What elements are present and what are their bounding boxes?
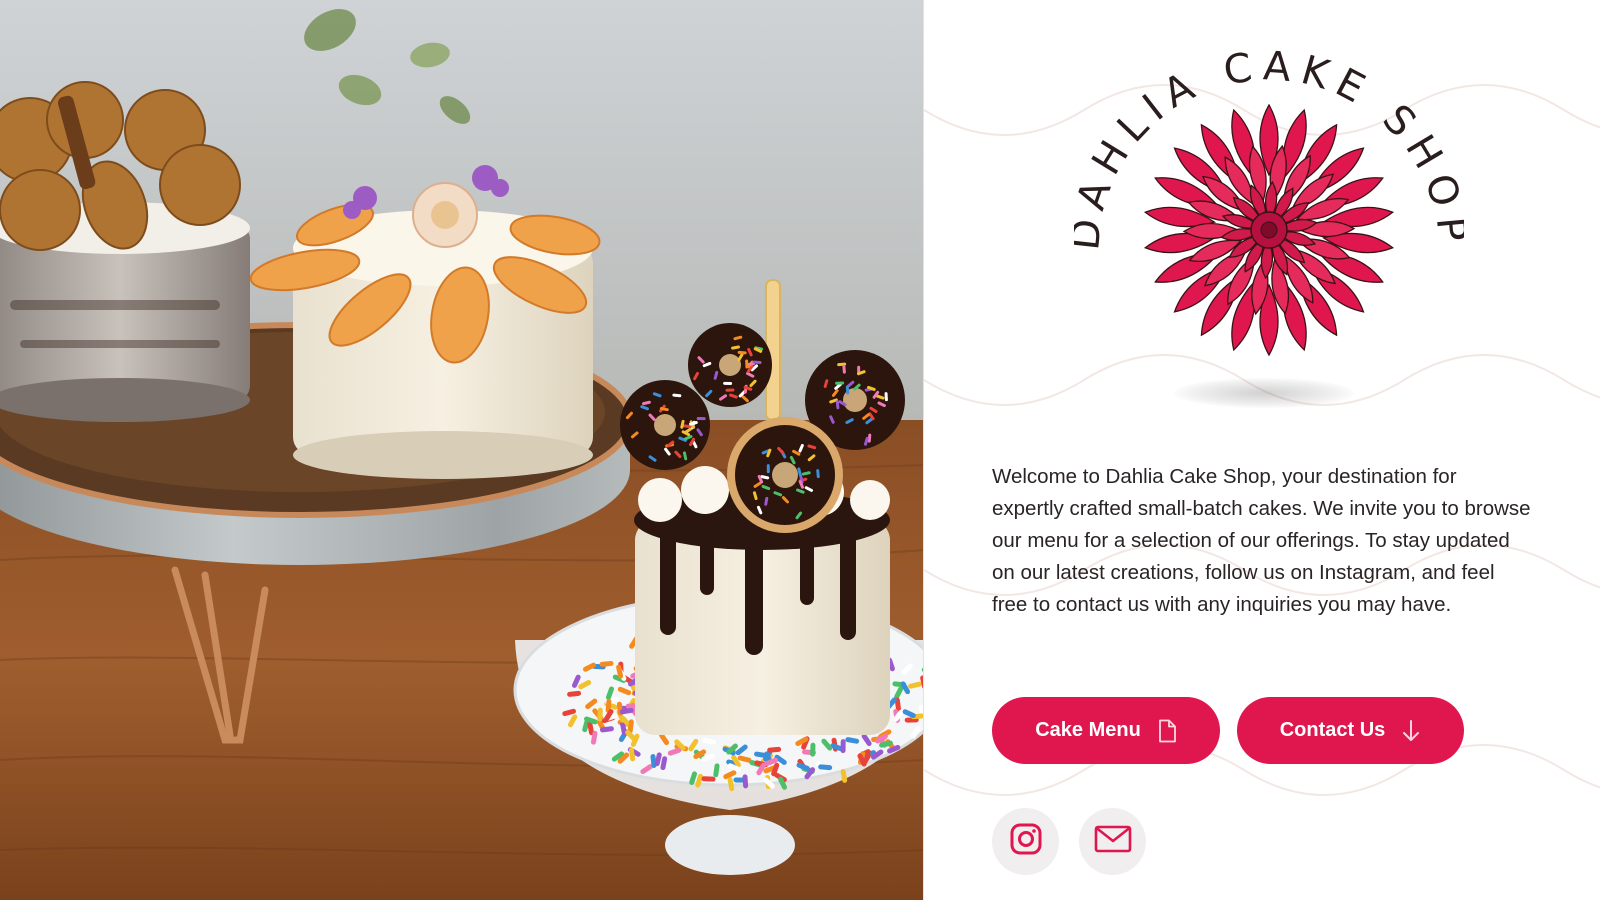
content-panel: DAHLIA CAKE SHOP Welcome to Dahlia Cake … [924, 0, 1600, 900]
hero-cake-photo [0, 0, 924, 900]
instagram-icon [1009, 822, 1043, 861]
contact-us-button[interactable]: Contact Us [1237, 697, 1464, 764]
arrow-down-icon [1401, 719, 1421, 743]
page: DAHLIA CAKE SHOP Welcome to Dahlia Cake … [0, 0, 1600, 900]
document-icon [1157, 719, 1177, 743]
logo-shadow [1174, 378, 1354, 408]
cake-menu-button[interactable]: Cake Menu [992, 697, 1220, 764]
instagram-button[interactable] [992, 808, 1059, 875]
contact-us-label: Contact Us [1279, 719, 1386, 741]
intro-paragraph: Welcome to Dahlia Cake Shop, your destin… [992, 465, 1531, 616]
email-button[interactable] [1079, 808, 1146, 875]
mail-icon [1094, 825, 1132, 858]
dahlia-logo: DAHLIA CAKE SHOP [1074, 43, 1464, 357]
dahlia-flower-icon [1143, 103, 1395, 357]
cake-menu-label: Cake Menu [1035, 719, 1141, 741]
cake-photo-illustration [0, 0, 924, 900]
